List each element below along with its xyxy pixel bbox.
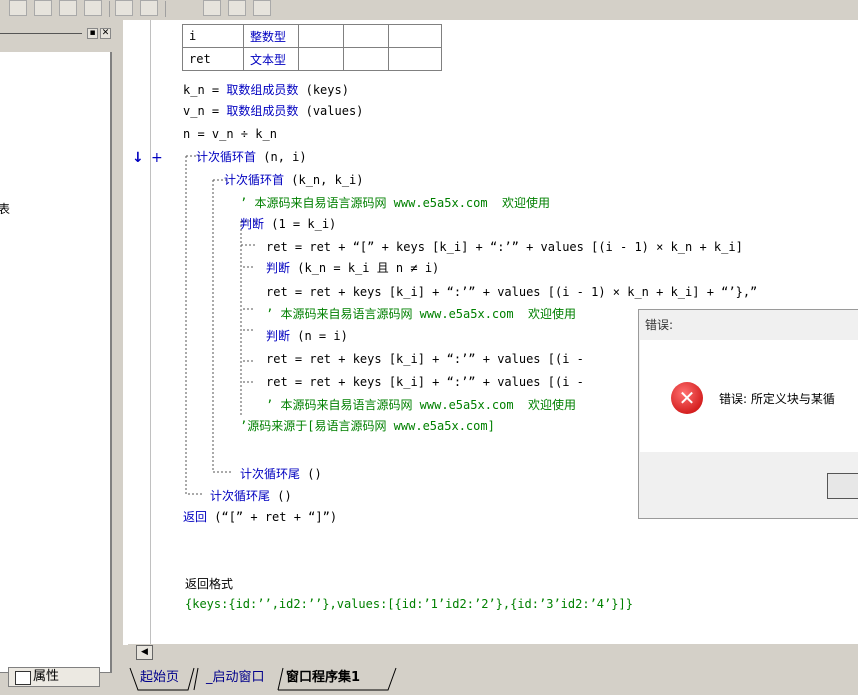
scroll-left-icon[interactable]: ◀ bbox=[136, 645, 153, 660]
error-dialog: 错误: ✕ 错误: 所定义块与某循 bbox=[638, 309, 858, 519]
code-token: (“[” + ret + “]”) bbox=[207, 510, 338, 524]
code-token: (values) bbox=[298, 104, 364, 118]
tab-window-program-set[interactable]: 窗口程序集1 bbox=[280, 668, 366, 688]
code-line[interactable]: 返回 (“[” + ret + “]”) bbox=[183, 507, 337, 528]
properties-button[interactable]: 属性 bbox=[8, 667, 100, 687]
code-token: ’ 本源码来自易语言源码网 www.e5a5x.com 欢迎使用 bbox=[266, 307, 577, 321]
code-token: 判断 bbox=[240, 217, 265, 231]
code-token: 返回格式 bbox=[185, 577, 234, 591]
left-panel: ▪ ✕ 表 bbox=[0, 22, 120, 673]
ok-button[interactable] bbox=[827, 473, 858, 499]
fit-icon[interactable] bbox=[253, 0, 271, 16]
code-line[interactable]: ret = ret + keys [k_i] + “:’” + values [… bbox=[266, 282, 757, 303]
maximize-icon[interactable]: ▪ bbox=[87, 28, 98, 39]
code-token: 取数组成员数 bbox=[226, 83, 299, 97]
code-token: (n, i) bbox=[256, 150, 307, 164]
code-token: v_n = bbox=[183, 104, 227, 118]
code-token: ret = ret + keys [k_i] + “:’” + values [… bbox=[266, 352, 584, 366]
tab-startup-window[interactable]: _启动窗口 bbox=[200, 668, 271, 688]
code-line[interactable]: ’ 本源码来自易语言源码网 www.e5a5x.com 欢迎使用 bbox=[266, 395, 576, 416]
document-tabs: 起始页 _启动窗口 窗口程序集1 bbox=[128, 666, 858, 692]
code-line[interactable]: ret = ret + keys [k_i] + “:’” + values [… bbox=[266, 372, 584, 393]
code-token: 判断 bbox=[266, 329, 291, 343]
code-token: () bbox=[270, 489, 292, 503]
code-line[interactable]: 判断 (n = i) bbox=[266, 326, 348, 347]
dialog-message: 错误: 所定义块与某循 bbox=[719, 392, 835, 406]
delete-row-icon[interactable] bbox=[59, 0, 77, 16]
width-icon[interactable] bbox=[203, 0, 221, 16]
code-token: 计次循环尾 bbox=[210, 489, 271, 503]
code-line[interactable]: ’ 本源码来自易语言源码网 www.e5a5x.com 欢迎使用 bbox=[240, 193, 550, 214]
code-line[interactable]: ’源码来源于[易语言源码网 www.e5a5x.com] bbox=[240, 416, 495, 437]
code-token: ’源码来源于[易语言源码网 www.e5a5x.com] bbox=[240, 419, 495, 433]
delete-col-icon[interactable] bbox=[84, 0, 102, 16]
code-token: (1 = k_i) bbox=[264, 217, 337, 231]
code-token: (k_n, k_i) bbox=[284, 173, 364, 187]
toolbar-separator bbox=[165, 1, 166, 17]
left-panel-content[interactable]: 表 bbox=[0, 52, 112, 673]
code-token: (keys) bbox=[298, 83, 349, 97]
error-icon: ✕ bbox=[671, 382, 703, 414]
merge-h-icon[interactable] bbox=[115, 0, 133, 16]
code-line[interactable]: 返回格式 bbox=[185, 574, 233, 595]
code-line[interactable]: ret = ret + “[” + keys [k_i] + “:’” + va… bbox=[266, 237, 743, 258]
code-line[interactable]: 计次循环首 (n, i) bbox=[196, 147, 307, 168]
code-line[interactable]: {keys:{id:’’,id2:’’},values:[{id:’1’id2:… bbox=[185, 594, 633, 615]
code-line[interactable]: 计次循环尾 () bbox=[210, 486, 292, 507]
tab-start-page[interactable]: 起始页 bbox=[134, 668, 185, 688]
code-token: ret = ret + “[” + keys [k_i] + “:’” + va… bbox=[266, 240, 743, 254]
code-line[interactable]: 计次循环首 (k_n, k_i) bbox=[224, 170, 364, 191]
code-token: 计次循环首 bbox=[196, 150, 257, 164]
insert-row-icon[interactable] bbox=[9, 0, 27, 16]
code-line[interactable]: v_n = 取数组成员数 (values) bbox=[183, 101, 363, 122]
code-line[interactable]: ret = ret + keys [k_i] + “:’” + values [… bbox=[266, 349, 584, 370]
code-line[interactable]: n = v_n ÷ k_n bbox=[183, 124, 277, 145]
code-token: () bbox=[300, 467, 322, 481]
code-token: ’ 本源码来自易语言源码网 www.e5a5x.com 欢迎使用 bbox=[240, 196, 551, 210]
code-token: n = v_n ÷ k_n bbox=[183, 127, 277, 141]
code-token: (k_n = k_i 且 n ≠ i) bbox=[290, 261, 440, 275]
horizontal-scrollbar[interactable]: ◀ bbox=[128, 644, 858, 662]
code-token: 计次循环首 bbox=[224, 173, 285, 187]
properties-icon bbox=[15, 671, 31, 685]
left-panel-label: 表 bbox=[0, 202, 11, 216]
left-panel-titlebar: ▪ ✕ bbox=[0, 26, 118, 40]
code-token: (n = i) bbox=[290, 329, 348, 343]
code-line[interactable]: 计次循环尾 () bbox=[240, 464, 322, 485]
close-icon[interactable]: ✕ bbox=[100, 28, 111, 39]
code-token: {keys:{id:’’,id2:’’},values:[{id:’1’id2:… bbox=[185, 597, 633, 611]
code-line[interactable]: 判断 (1 = k_i) bbox=[240, 214, 336, 235]
toolbar-separator bbox=[109, 1, 110, 17]
code-token: ’ 本源码来自易语言源码网 www.e5a5x.com 欢迎使用 bbox=[266, 398, 577, 412]
code-token: 返回 bbox=[183, 510, 208, 524]
code-token: k_n = bbox=[183, 83, 227, 97]
code-token: ret = ret + keys [k_i] + “:’” + values [… bbox=[266, 285, 758, 299]
properties-button-label: 属性 bbox=[33, 669, 60, 684]
code-token: 取数组成员数 bbox=[226, 104, 299, 118]
insert-col-icon[interactable] bbox=[34, 0, 52, 16]
dialog-title: 错误: bbox=[645, 318, 674, 332]
height-icon[interactable] bbox=[228, 0, 246, 16]
code-line[interactable]: ’ 本源码来自易语言源码网 www.e5a5x.com 欢迎使用 bbox=[266, 304, 576, 325]
code-token: 判断 bbox=[266, 261, 291, 275]
toolbar bbox=[0, 0, 858, 20]
merge-v-icon[interactable] bbox=[140, 0, 158, 16]
code-token: ret = ret + keys [k_i] + “:’” + values [… bbox=[266, 375, 584, 389]
code-line[interactable]: 判断 (k_n = k_i 且 n ≠ i) bbox=[266, 258, 439, 279]
code-line[interactable]: k_n = 取数组成员数 (keys) bbox=[183, 80, 349, 101]
code-token: 计次循环尾 bbox=[240, 467, 301, 481]
